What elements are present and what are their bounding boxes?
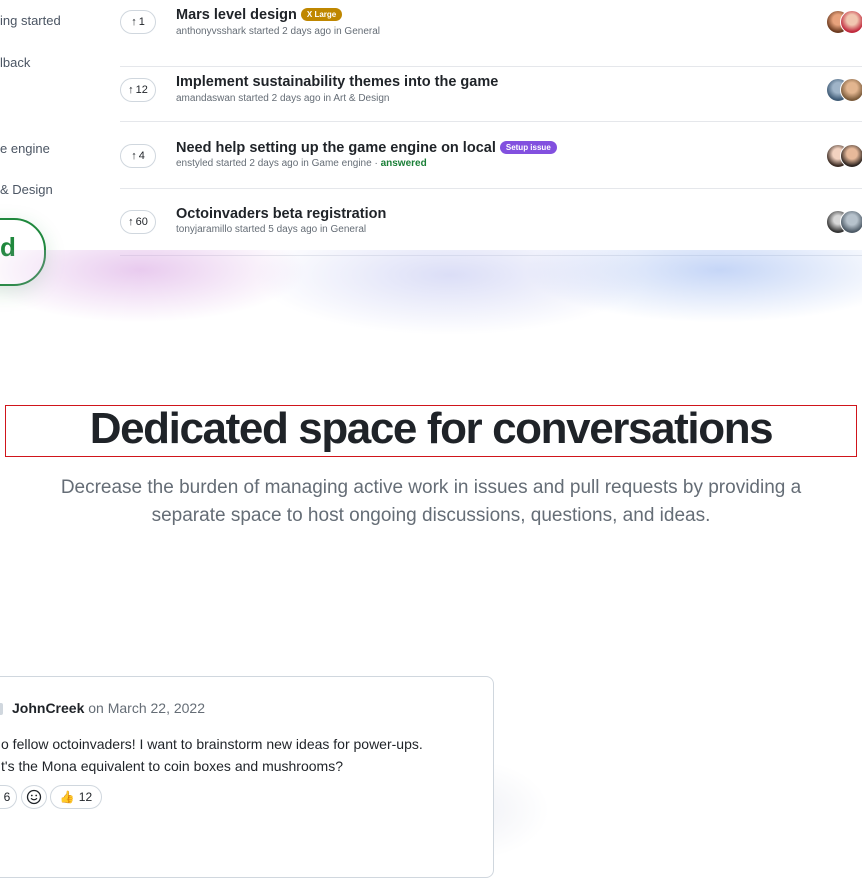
thumbs-up-icon: 👍	[59, 790, 75, 804]
arrow-up-icon: ↑	[128, 216, 134, 228]
reaction-button[interactable]: 👍 12	[50, 785, 102, 809]
comment-header: JohnCreek on March 22, 2022	[12, 700, 205, 716]
discussion-meta-text: enstyled started 2 days ago in Game engi…	[176, 158, 372, 169]
discussion-title[interactable]: Octoinvaders beta registration	[176, 206, 386, 222]
discussion-meta: tonyjaramillo started 5 days ago in Gene…	[176, 224, 367, 235]
comment-line: t's the Mona equivalent to coin boxes an…	[1, 758, 343, 774]
comment-line: o fellow octoinvaders! I want to brainst…	[1, 736, 423, 752]
avatar	[840, 78, 862, 102]
discussion-list: ↑ 1 Mars level design X Large anthonyvssh…	[120, 0, 862, 256]
discussion-title[interactable]: Mars level design X Large	[176, 7, 343, 23]
label-badge[interactable]: X Large	[300, 8, 343, 21]
avatar	[0, 703, 3, 715]
section-subheading: Decrease the burden of managing active w…	[60, 477, 802, 526]
avatar	[840, 10, 862, 34]
vote-count: 4	[138, 150, 145, 162]
discussion-meta: amandaswan started 2 days ago in Art & D…	[176, 93, 390, 104]
sidebar-item-art-design[interactable]: & Design	[0, 182, 53, 197]
sidebar-item-getting-started[interactable]: ing started	[0, 13, 61, 28]
upvote-button[interactable]: ↑ 4	[120, 144, 156, 168]
reaction-count: 6	[3, 790, 11, 804]
comment-card: JohnCreek on March 22, 2022 o fellow oct…	[0, 676, 494, 878]
avatar	[840, 144, 862, 168]
comment-date: on March 22, 2022	[88, 700, 205, 716]
section-heading: Dedicated space for conversations	[89, 404, 774, 453]
participant-avatars	[826, 144, 862, 168]
reaction-count: 12	[78, 790, 93, 804]
discussion-row[interactable]: ↑ 4 Need help setting up the game engine…	[120, 122, 862, 189]
vote-count: 12	[135, 84, 148, 96]
sidebar-item-feedback[interactable]: lback	[0, 55, 30, 70]
vote-count: 1	[138, 16, 145, 28]
discussion-title[interactable]: Implement sustainability themes into the…	[176, 74, 498, 90]
sidebar-item-game-engine[interactable]: e engine	[0, 141, 50, 156]
vote-count: 60	[135, 216, 148, 228]
add-reaction-button[interactable]	[21, 785, 47, 809]
discussion-meta: anthonyvsshark started 2 days ago in Gen…	[176, 26, 381, 37]
discussion-categories-sidebar: ing started lback e engine & Design	[0, 0, 120, 255]
answered-status: answered	[380, 158, 427, 169]
discussion-title-text[interactable]: Need help setting up the game engine on …	[176, 140, 496, 156]
discussion-title-text[interactable]: Mars level design	[176, 7, 297, 23]
discussion-meta: enstyled started 2 days ago in Game engi…	[176, 158, 427, 169]
arrow-up-icon: ↑	[131, 16, 137, 28]
participant-avatars	[826, 78, 862, 102]
discussion-row[interactable]: ↑ 12 Implement sustainability themes int…	[120, 56, 862, 122]
smiley-icon	[26, 789, 42, 805]
arrow-up-icon: ↑	[131, 150, 137, 162]
arrow-up-icon: ↑	[128, 84, 134, 96]
background-glow	[0, 250, 862, 410]
reaction-button[interactable]: 6	[0, 785, 17, 809]
comment-body: o fellow octoinvaders! I want to brainst…	[1, 733, 423, 777]
participant-avatars	[826, 210, 862, 234]
avatar	[840, 210, 862, 234]
upvote-button[interactable]: ↑ 12	[120, 78, 156, 102]
upvote-button[interactable]: ↑ 1	[120, 10, 156, 34]
discussion-title[interactable]: Need help setting up the game engine on …	[176, 140, 557, 156]
upvote-button[interactable]: ↑ 60	[120, 210, 156, 234]
label-badge[interactable]: Setup issue	[499, 141, 557, 154]
discussion-row[interactable]: ↑ 60 Octoinvaders beta registration tony…	[120, 188, 862, 254]
participant-avatars	[826, 10, 862, 34]
comment-author[interactable]: JohnCreek	[12, 700, 84, 716]
